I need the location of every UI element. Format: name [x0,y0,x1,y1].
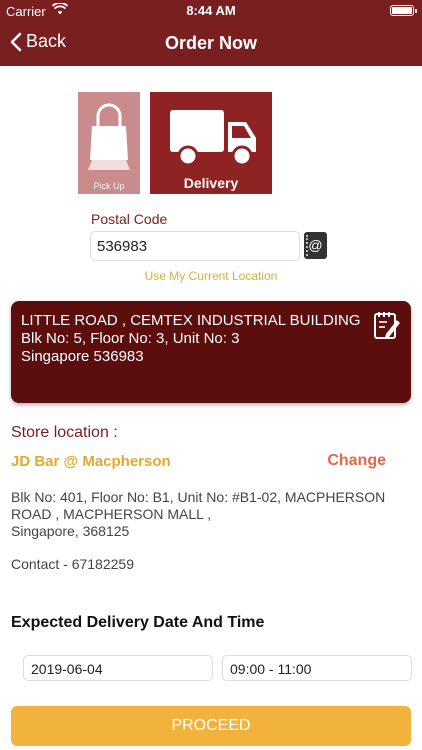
clock: 8:44 AM [186,3,236,18]
delivery-label: Delivery [183,175,239,191]
address-line-3: Singapore 536983 [21,348,144,365]
postal-code-input[interactable]: 536983 [90,231,300,261]
store-location-heading: Store location : [11,424,118,441]
postal-code-label: Postal Code [91,211,168,227]
pickup-mode-button[interactable]: Pick Up [78,92,140,194]
battery-icon [390,5,417,16]
store-name: JD Bar @ Macpherson [11,453,171,470]
address-line-2: Blk No: 5, Floor No: 3, Unit No: 3 [21,330,240,347]
delivery-mode-button[interactable]: Delivery [150,92,272,194]
address-book-icon[interactable]: @ [304,232,327,259]
store-address: Blk No: 401, Floor No: B1, Unit No: #B1-… [11,489,411,540]
delivery-address-card[interactable]: LITTLE ROAD , CEMTEX INDUSTRIAL BUILDING… [11,301,411,403]
use-current-location-link[interactable]: Use My Current Location [0,269,422,283]
address-line-1: LITTLE ROAD , CEMTEX INDUSTRIAL BUILDING [21,312,361,329]
page-title: Order Now [164,33,257,53]
change-store-button[interactable]: Change [327,452,386,470]
store-address-line-1: Blk No: 401, Floor No: B1, Unit No: #B1-… [11,489,386,522]
nav-bar: Back Order Now [0,22,422,66]
proceed-button[interactable]: PROCEED [11,706,411,746]
delivery-datetime-heading: Expected Delivery Date And Time [11,614,265,631]
delivery-date-field[interactable]: 2019-06-04 [23,655,213,681]
store-address-line-2: Singapore, 368125 [11,523,130,539]
edit-address-icon[interactable] [373,310,401,340]
shopping-bag-icon [88,103,130,170]
store-contact: Contact - 67182259 [11,556,134,572]
status-bar: Carrier 8:44 AM [0,0,422,22]
delivery-time-field[interactable]: 09:00 - 11:00 [222,655,412,681]
truck-icon [170,110,256,167]
pickup-label: Pick Up [93,181,125,191]
